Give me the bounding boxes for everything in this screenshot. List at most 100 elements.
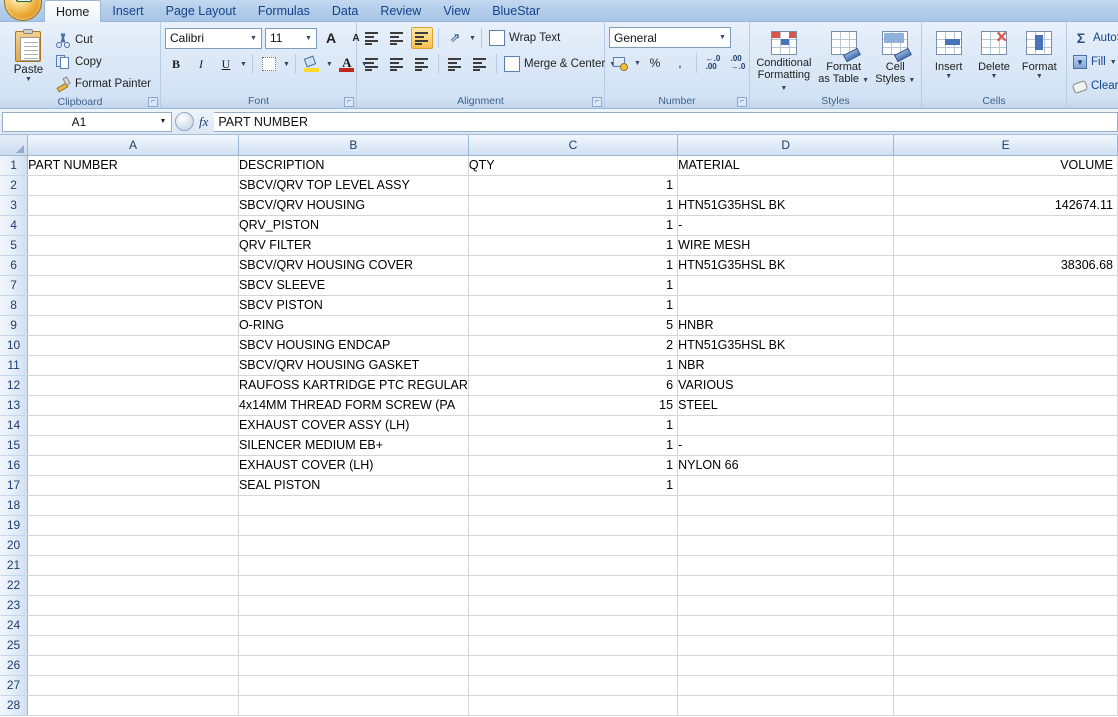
cell-C28[interactable] — [468, 695, 679, 716]
cell-D3[interactable]: HTN51G35HSL BK — [677, 195, 895, 216]
ribbon-tab-bluestar[interactable]: BlueStar — [481, 0, 551, 21]
column-header-d[interactable]: D — [677, 135, 895, 156]
increase-indent-button[interactable] — [469, 53, 491, 75]
row-header-22[interactable]: 22 — [0, 575, 29, 596]
ribbon-tab-review[interactable]: Review — [369, 0, 432, 21]
cell-D28[interactable] — [677, 695, 895, 716]
conditional-formatting-button[interactable]: Conditional Formatting ▼ — [754, 27, 814, 93]
cell-E4[interactable] — [893, 215, 1118, 236]
cell-A20[interactable] — [27, 535, 239, 556]
cell-E26[interactable] — [893, 655, 1118, 676]
cell-D11[interactable]: NBR — [677, 355, 895, 376]
cell-D2[interactable] — [677, 175, 895, 196]
row-header-23[interactable]: 23 — [0, 595, 29, 616]
cell-E14[interactable] — [893, 415, 1118, 436]
cell-B23[interactable] — [238, 595, 469, 616]
cell-B7[interactable]: SBCV SLEEVE — [238, 275, 469, 296]
row-header-2[interactable]: 2 — [0, 175, 29, 196]
cell-A19[interactable] — [27, 515, 239, 536]
font-color-button[interactable]: A — [336, 53, 358, 75]
cell-C10[interactable]: 2 — [468, 335, 679, 356]
align-left-button[interactable] — [361, 53, 383, 75]
insert-caret-icon[interactable]: ▼ — [945, 73, 952, 80]
cell-A26[interactable] — [27, 655, 239, 676]
cell-B26[interactable] — [238, 655, 469, 676]
cell-D24[interactable] — [677, 615, 895, 636]
row-header-5[interactable]: 5 — [0, 235, 29, 256]
cell-C11[interactable]: 1 — [468, 355, 679, 376]
cell-B28[interactable] — [238, 695, 469, 716]
cell-A28[interactable] — [27, 695, 239, 716]
number-format-combo[interactable]: General ▼ — [609, 27, 731, 48]
accounting-format-button[interactable] — [609, 52, 631, 74]
cell-A4[interactable] — [27, 215, 239, 236]
cell-C25[interactable] — [468, 635, 679, 656]
cell-E10[interactable] — [893, 335, 1118, 356]
row-header-20[interactable]: 20 — [0, 535, 29, 556]
borders-button[interactable] — [258, 53, 280, 75]
row-header-12[interactable]: 12 — [0, 375, 29, 396]
cell-C2[interactable]: 1 — [468, 175, 679, 196]
cell-D27[interactable] — [677, 675, 895, 696]
cell-E13[interactable] — [893, 395, 1118, 416]
cell-A6[interactable] — [27, 255, 239, 276]
underline-button[interactable]: U — [215, 53, 237, 75]
cell-B18[interactable] — [238, 495, 469, 516]
insert-function-icon[interactable]: fx — [197, 114, 214, 130]
cell-B24[interactable] — [238, 615, 469, 636]
row-header-18[interactable]: 18 — [0, 495, 29, 516]
merge-center-button[interactable]: Merge & Center ▼ — [502, 53, 621, 75]
cell-styles-caret-icon[interactable]: ▼ — [908, 77, 915, 84]
cell-D7[interactable] — [677, 275, 895, 296]
cell-C8[interactable]: 1 — [468, 295, 679, 316]
row-header-10[interactable]: 10 — [0, 335, 29, 356]
cell-D13[interactable]: STEEL — [677, 395, 895, 416]
cell-A10[interactable] — [27, 335, 239, 356]
formula-input[interactable]: PART NUMBER — [214, 111, 1118, 132]
cell-D16[interactable]: NYLON 66 — [677, 455, 895, 476]
number-dialog-launcher[interactable]: ⌐ — [737, 97, 747, 107]
font-size-caret-icon[interactable]: ▼ — [301, 29, 316, 48]
underline-caret-icon[interactable]: ▼ — [240, 61, 247, 68]
row-header-3[interactable]: 3 — [0, 195, 29, 216]
cell-E9[interactable] — [893, 315, 1118, 336]
format-caret-icon[interactable]: ▼ — [1036, 73, 1043, 80]
cell-D22[interactable] — [677, 575, 895, 596]
cut-button[interactable]: Cut — [53, 29, 156, 51]
cell-E28[interactable] — [893, 695, 1118, 716]
cell-C4[interactable]: 1 — [468, 215, 679, 236]
cell-C20[interactable] — [468, 535, 679, 556]
cell-D4[interactable]: - — [677, 215, 895, 236]
cell-B16[interactable]: EXHAUST COVER (LH) — [238, 455, 469, 476]
borders-caret-icon[interactable]: ▼ — [283, 61, 290, 68]
fill-color-button[interactable] — [301, 53, 323, 75]
cell-C19[interactable] — [468, 515, 679, 536]
row-header-1[interactable]: 1 — [0, 155, 29, 176]
cell-C24[interactable] — [468, 615, 679, 636]
row-header-13[interactable]: 13 — [0, 395, 29, 416]
cell-A7[interactable] — [27, 275, 239, 296]
font-name-combo[interactable]: Calibri ▼ — [165, 27, 262, 49]
row-header-7[interactable]: 7 — [0, 275, 29, 296]
row-header-4[interactable]: 4 — [0, 215, 29, 236]
cell-styles-button[interactable]: Cell Styles ▼ — [874, 27, 917, 93]
cell-E20[interactable] — [893, 535, 1118, 556]
cell-A27[interactable] — [27, 675, 239, 696]
ribbon-tab-page-layout[interactable]: Page Layout — [155, 0, 247, 21]
cell-C12[interactable]: 6 — [468, 375, 679, 396]
cell-D14[interactable] — [677, 415, 895, 436]
cell-B15[interactable]: SILENCER MEDIUM EB+ — [238, 435, 469, 456]
column-header-a[interactable]: A — [27, 135, 239, 156]
font-name-caret-icon[interactable]: ▼ — [246, 29, 261, 48]
cell-C21[interactable] — [468, 555, 679, 576]
cell-D20[interactable] — [677, 535, 895, 556]
cell-C6[interactable]: 1 — [468, 255, 679, 276]
cell-B20[interactable] — [238, 535, 469, 556]
format-painter-button[interactable]: Format Painter — [53, 73, 156, 95]
cell-E3[interactable]: 142674.11 — [893, 195, 1118, 216]
cell-B5[interactable]: QRV FILTER — [238, 235, 469, 256]
cell-B10[interactable]: SBCV HOUSING ENDCAP — [238, 335, 469, 356]
cell-E5[interactable] — [893, 235, 1118, 256]
format-as-table-button[interactable]: Format as Table ▼ — [814, 27, 874, 93]
cell-C7[interactable]: 1 — [468, 275, 679, 296]
